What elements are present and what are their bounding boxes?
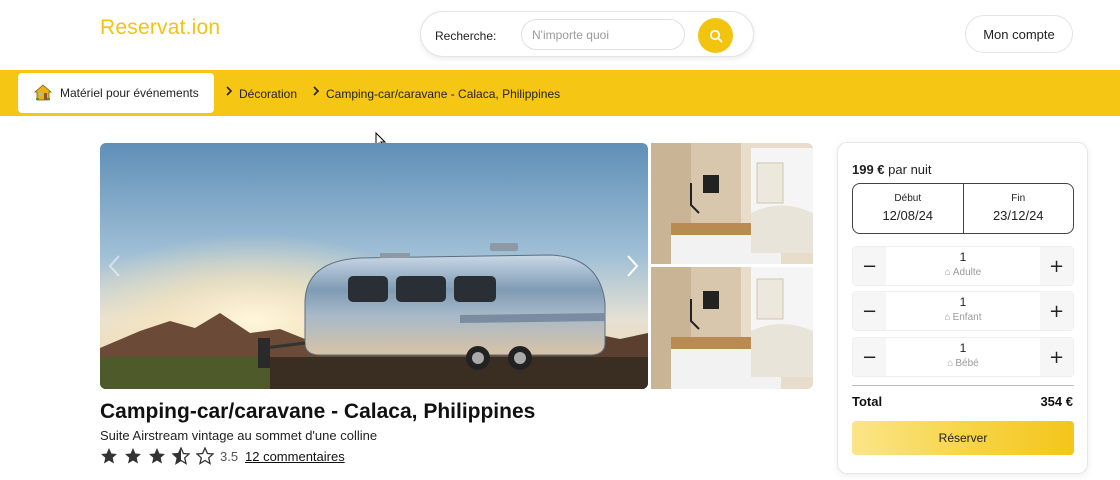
house-icon xyxy=(34,84,52,101)
start-date-label: Début xyxy=(894,193,922,204)
booking-card: 199 € par nuit Début 12/08/24 Fin 23/12/… xyxy=(837,142,1088,474)
baby-count: 1 xyxy=(959,341,967,355)
home-icon: ⌂ xyxy=(944,267,951,278)
total-value: 354 € xyxy=(1040,394,1073,409)
increment-button[interactable]: + xyxy=(1040,338,1073,376)
end-date-field[interactable]: Fin 23/12/24 xyxy=(962,184,1074,233)
home-icon: ⌂ xyxy=(947,358,954,369)
price-unit: par nuit xyxy=(888,162,932,177)
price-value: 199 € xyxy=(852,162,885,177)
previous-photo-icon[interactable] xyxy=(105,253,125,279)
listing-title: Camping-car/caravane - Calaca, Philippin… xyxy=(100,400,536,423)
star-empty-icon xyxy=(196,447,214,465)
reviews-link[interactable]: 12 commentaires xyxy=(245,449,345,464)
chevron-right-icon xyxy=(225,85,233,100)
breadcrumb-current: Camping-car/caravane - Calaca, Philippin… xyxy=(326,87,561,101)
breadcrumb-item[interactable]: Décoration xyxy=(239,87,297,101)
start-date-field[interactable]: Début 12/08/24 xyxy=(853,184,963,233)
search-input[interactable] xyxy=(521,19,685,50)
child-label: Enfant xyxy=(952,312,982,323)
listing-subtitle: Suite Airstream vintage au sommet d'une … xyxy=(100,428,378,443)
increment-button[interactable]: + xyxy=(1040,292,1073,330)
divider xyxy=(852,385,1074,386)
account-button[interactable]: Mon compte xyxy=(965,15,1073,53)
end-date-value: 23/12/24 xyxy=(992,208,1044,223)
search-button[interactable] xyxy=(698,18,733,53)
airstream-trailer-photo xyxy=(100,143,648,389)
search-bar: Recherche: xyxy=(420,11,754,57)
start-date-value: 12/08/24 xyxy=(882,208,934,223)
star-filled-icon xyxy=(101,448,117,464)
gallery-thumbnail[interactable] xyxy=(651,267,813,389)
end-date-label: Fin xyxy=(1011,193,1026,204)
star-half-icon xyxy=(172,447,190,465)
child-stepper: − 1 ⌂ Enfant + xyxy=(852,291,1074,331)
adult-label: Adulte xyxy=(952,267,982,278)
adult-stepper: − 1 ⌂ Adulte + xyxy=(852,246,1074,286)
next-photo-icon[interactable] xyxy=(622,253,642,279)
site-logo[interactable]: Reservat.ion xyxy=(100,16,220,40)
star-filled-icon xyxy=(149,448,165,464)
reserve-button[interactable]: Réserver xyxy=(852,421,1074,455)
category-chip-label: Matériel pour événements xyxy=(60,86,199,100)
date-range-picker[interactable]: Début 12/08/24 Fin 23/12/24 xyxy=(852,183,1074,234)
baby-label: Bébé xyxy=(955,358,979,369)
decrement-button[interactable]: − xyxy=(853,292,886,330)
total-label: Total xyxy=(852,394,883,409)
rating-value: 3.5 xyxy=(220,448,239,464)
top-header: Reservat.ion Recherche: Mon compte xyxy=(0,0,1120,70)
search-icon xyxy=(709,29,722,42)
chevron-right-icon xyxy=(312,85,320,100)
category-bar: Matériel pour événements Décoration Camp… xyxy=(0,70,1120,116)
baby-stepper: − 1 ⌂ Bébé + xyxy=(852,337,1074,377)
gallery-main-photo[interactable] xyxy=(100,143,648,389)
search-label: Recherche: xyxy=(435,29,497,43)
category-chip[interactable]: Matériel pour événements xyxy=(18,73,214,113)
adult-count: 1 xyxy=(959,250,967,264)
trailer-interior-photo xyxy=(651,143,813,264)
trailer-interior-photo xyxy=(651,267,813,389)
price-per-night: 199 € par nuit xyxy=(852,162,932,177)
star-filled-icon xyxy=(125,448,141,464)
child-count: 1 xyxy=(959,295,967,309)
decrement-button[interactable]: − xyxy=(853,338,886,376)
rating-stars: 3.5 xyxy=(100,447,238,465)
decrement-button[interactable]: − xyxy=(853,247,886,285)
increment-button[interactable]: + xyxy=(1040,247,1073,285)
gallery-thumbnail[interactable] xyxy=(651,143,813,264)
home-icon: ⌂ xyxy=(944,312,951,323)
